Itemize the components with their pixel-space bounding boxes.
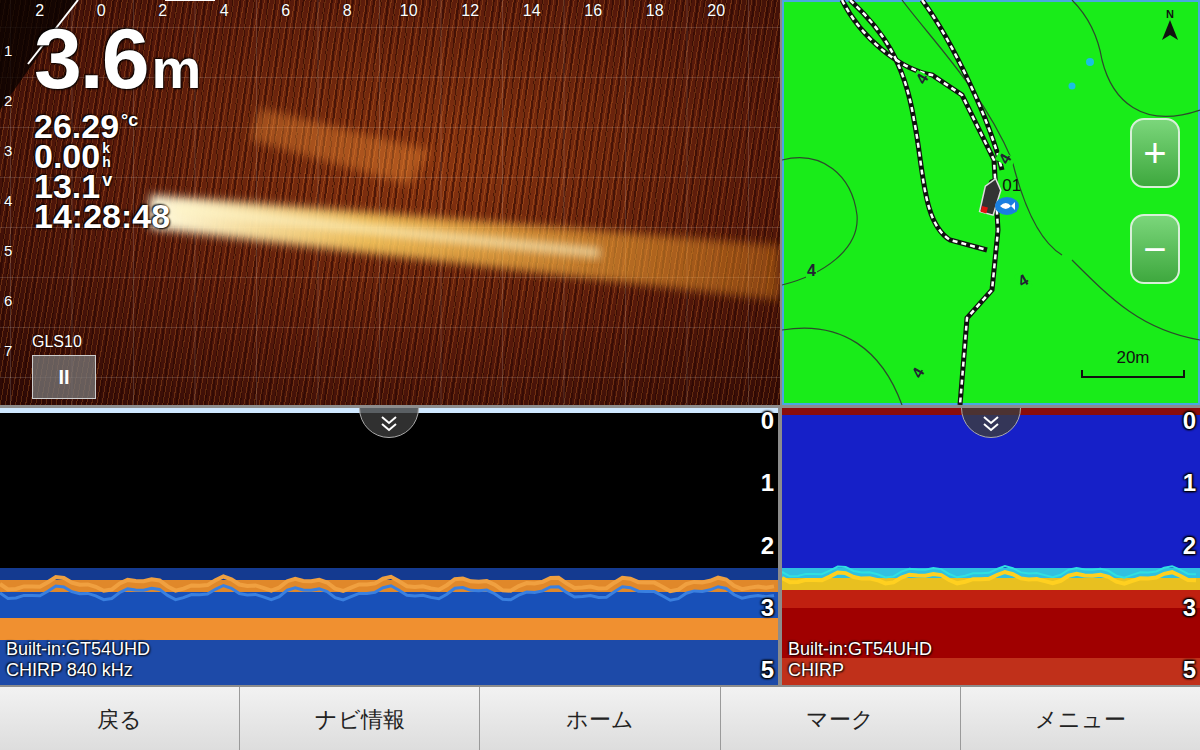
range-tick: 18 [624,2,686,20]
range-tick: 12 [440,2,502,20]
depth-tick: 5 [761,657,774,683]
voltage: 13.1v [34,171,201,201]
bar-button[interactable]: 戻る [0,687,240,750]
live-sonar-panel[interactable]: 20246810121416182012345673.6m26.29°c0.00… [0,0,780,405]
depth-tick: 5 [4,242,12,292]
top-row: 20246810121416182012345673.6m26.29°c0.00… [0,0,1200,405]
depth-readout: 3.6m [34,16,201,111]
transducer-label: Built-in:GT54UHD [6,639,150,660]
bar-button[interactable]: ナビ情報 [240,687,480,750]
north-label: N [1166,8,1174,20]
frequency-label: CHIRP [788,660,932,681]
depth-tick: 2 [4,92,12,142]
double-chevron-icon [979,415,1003,433]
depth-tick: 1 [761,470,774,496]
double-chevron-icon [377,415,401,433]
transducer-label: GLS10 [32,333,96,351]
source-box: GLS10 II [32,333,96,399]
speed: 0.00kh [34,141,201,171]
zoom-in-button[interactable]: + [1130,118,1180,188]
depth-contours [782,0,1200,405]
pause-button[interactable]: II [32,355,96,399]
range-tick: 6 [255,2,317,20]
time: 14:28:48 [34,201,201,231]
fish-marker-icon[interactable] [994,196,1020,216]
bottom-bar: 戻るナビ情報ホームマークメニュー [0,687,1200,750]
range-tick: 20 [686,2,748,20]
range-tick: 8 [317,2,379,20]
collapse-button[interactable] [961,408,1021,438]
map-scale: 20m [1080,348,1186,378]
sonar-panel[interactable]: 0 1 2 3 5 Built-in:GT54UHDCHIRP [782,408,1200,685]
depth-tick: 3 [1183,595,1196,621]
fish-finder-screen: 20246810121416182012345673.6m26.29°c0.00… [0,0,1200,750]
depth-tick: 3 [761,595,774,621]
depth-tick: 4 [4,192,12,242]
zoom-out-button[interactable]: − [1130,214,1180,284]
readouts: 3.6m26.29°c0.00kh13.1v14:28:48 [34,16,201,231]
map-panel[interactable]: 44444N0.01+−20m [782,0,1200,405]
depth-label: 4 [1014,270,1032,291]
north-arrow-icon [1162,20,1178,40]
temp-unit: °c [121,111,138,129]
depth-tick: 0 [761,408,774,434]
range-tick: 10 [378,2,440,20]
depth-label: 4 [908,364,929,382]
north-indicator: N [1162,8,1178,40]
collapse-button[interactable] [359,408,419,438]
voltage-unit: v [102,171,112,189]
depth-tick: 2 [1183,533,1196,559]
depth-tick: 1 [1183,470,1196,496]
depth-tick: 5 [1183,657,1196,683]
scale-label: 20m [1116,348,1149,368]
waypoint-icon[interactable] [1069,83,1076,90]
speed-unit: kh [102,141,111,169]
range-tick: 14 [501,2,563,20]
depth-tick: 6 [4,292,12,342]
depth-tick: 2 [761,533,774,559]
scale-bar [1081,370,1185,378]
depth-tick: 1 [4,42,12,92]
range-tick: 4 [194,2,256,20]
depth-scale: 1234567 [4,42,12,392]
sonar-depth-scale: 0 1 2 3 5 [761,408,774,685]
range-tick: 16 [563,2,625,20]
tracks [842,0,1002,405]
depth-tick: 0 [1183,408,1196,434]
bottom-row: 01235Built-in:GT54UHDCHIRP 840 kHz01235B… [0,408,1200,685]
depth-tick: 3 [4,142,12,192]
sonar-info: Built-in:GT54UHDCHIRP 840 kHz [6,639,150,681]
sonar-info: Built-in:GT54UHDCHIRP [788,639,932,681]
bar-button[interactable]: マーク [721,687,961,750]
depth-label: 4 [806,262,817,280]
bar-button[interactable]: メニュー [961,687,1200,750]
transducer-label: Built-in:GT54UHD [788,639,932,660]
zoom-controls: +− [1130,118,1180,284]
frequency-label: CHIRP 840 kHz [6,660,150,681]
depth-tick: 7 [4,342,12,392]
waypoint-icon[interactable] [1086,58,1094,66]
water-temp: 26.29°c [34,111,201,141]
sonar-depth-scale: 0 1 2 3 5 [1183,408,1196,685]
depth-value: 3.6 [34,16,148,100]
sonar-panel[interactable]: 0 1 2 3 5 Built-in:GT54UHDCHIRP 840 kHz [0,408,778,685]
depth-unit: m [152,27,202,111]
bar-button[interactable]: ホーム [480,687,720,750]
